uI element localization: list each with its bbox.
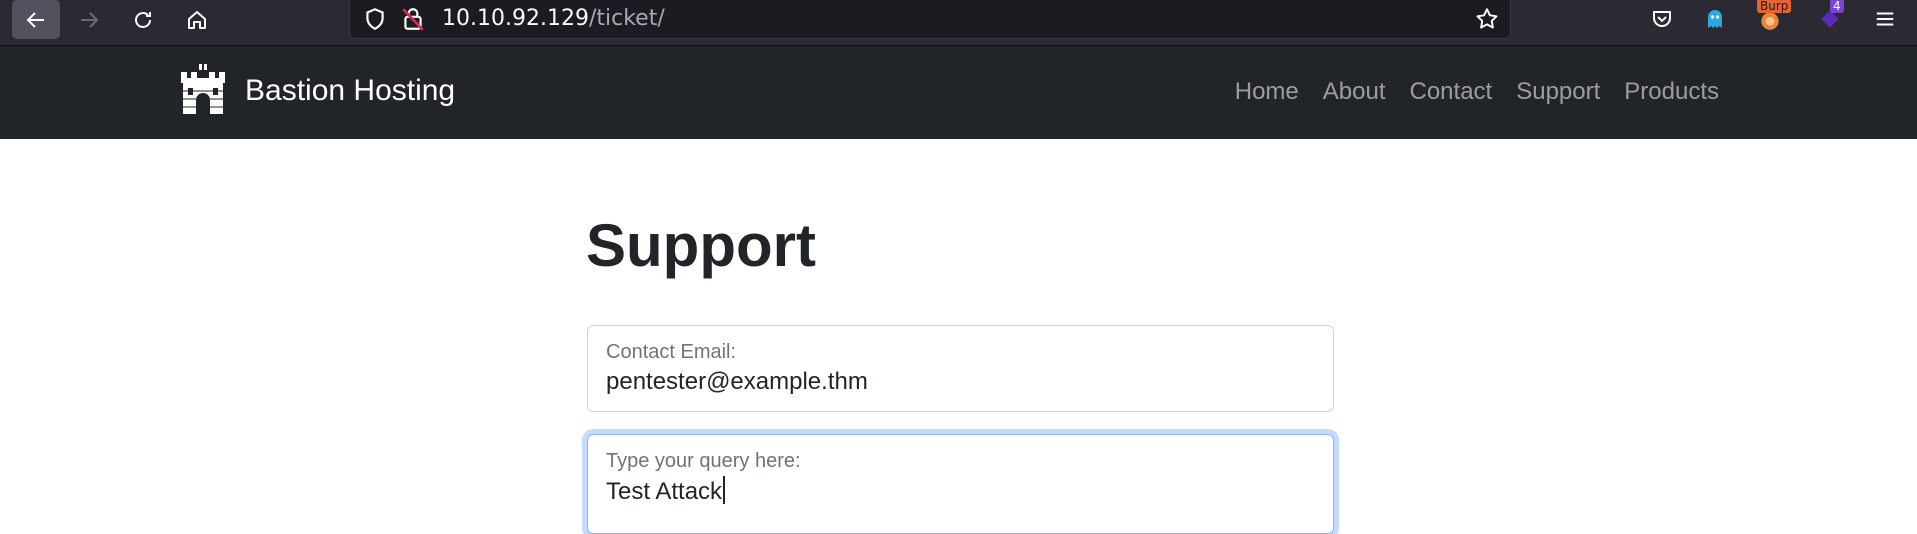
url-path: /ticket/ xyxy=(588,6,665,31)
reload-icon xyxy=(135,11,151,28)
text-caret xyxy=(723,476,726,504)
query-value-wrapper: Test Attack xyxy=(606,476,726,507)
query-value: Test Attack xyxy=(606,478,723,505)
browser-toolbar: 10.10.92.129/ticket/ Burp 4 xyxy=(0,0,1917,46)
contact-email-label: Contact Email: xyxy=(606,341,737,363)
nav-link-about[interactable]: About xyxy=(1311,76,1398,108)
home-button[interactable] xyxy=(173,0,221,39)
forward-arrow-icon xyxy=(81,11,99,28)
forward-button[interactable] xyxy=(65,0,113,39)
castle-logo-icon[interactable] xyxy=(179,64,227,116)
contact-email-field[interactable]: Contact Email: pentester@example.thm xyxy=(587,325,1334,412)
brand-name[interactable]: Bastion Hosting xyxy=(245,73,455,109)
nav-link-contact[interactable]: Contact xyxy=(1398,76,1505,108)
nav-link-products[interactable]: Products xyxy=(1612,76,1731,108)
reload-button[interactable] xyxy=(119,0,167,39)
purple-extension-button[interactable]: 4 xyxy=(1815,0,1845,34)
query-label: Type your query here: xyxy=(606,450,801,472)
url-bar[interactable]: 10.10.92.129/ticket/ xyxy=(349,0,1511,39)
back-button[interactable] xyxy=(12,0,60,39)
ghost-extension-icon xyxy=(1708,10,1722,28)
url-host: 10.10.92.129 xyxy=(442,6,589,31)
app-menu-button[interactable] xyxy=(1870,4,1900,34)
pocket-button[interactable] xyxy=(1647,4,1677,34)
ghost-extension-button[interactable] xyxy=(1700,4,1730,34)
menu-icon xyxy=(1876,12,1894,26)
query-textarea[interactable]: Type your query here: Test Attack xyxy=(587,434,1334,534)
url-text[interactable]: 10.10.92.129/ticket/ xyxy=(442,5,665,33)
site-navbar: Bastion Hosting Home About Contact Suppo… xyxy=(0,46,1917,139)
nav-links: Home About Contact Support Products xyxy=(1223,76,1731,108)
nav-link-support[interactable]: Support xyxy=(1504,76,1612,108)
burp-extension-button[interactable]: Burp xyxy=(1755,0,1792,34)
insecure-lock-icon[interactable] xyxy=(400,6,426,32)
home-icon xyxy=(188,10,206,29)
page-title: Support xyxy=(586,212,816,279)
bookmark-star-icon[interactable] xyxy=(1474,6,1500,32)
pocket-icon xyxy=(1653,11,1671,27)
burp-badge: Burp xyxy=(1757,0,1792,13)
shield-icon[interactable] xyxy=(362,6,388,32)
back-arrow-icon xyxy=(26,11,44,28)
contact-email-value: pentester@example.thm xyxy=(606,368,868,395)
nav-link-home[interactable]: Home xyxy=(1223,76,1311,108)
extension-count-badge: 4 xyxy=(1830,0,1844,13)
